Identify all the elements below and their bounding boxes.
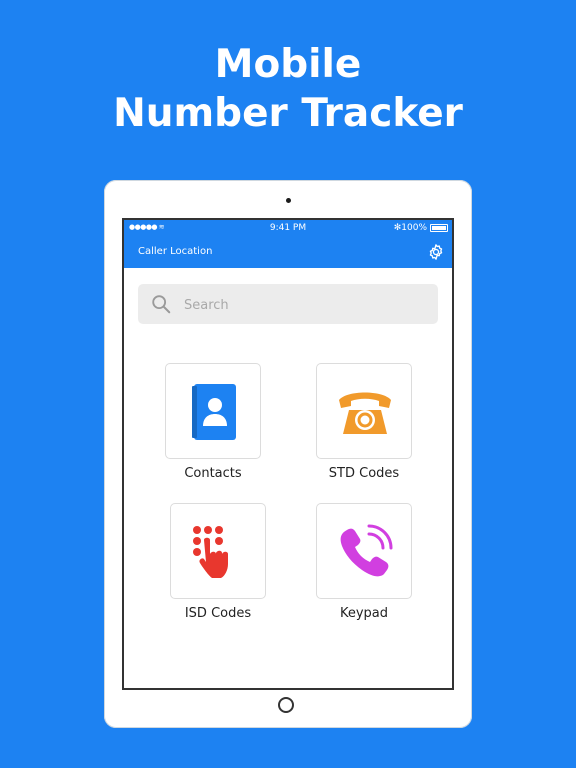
- app-title: Caller Location: [138, 246, 213, 257]
- home-button[interactable]: [278, 697, 294, 713]
- isd-codes-label: ISD Codes: [184, 606, 252, 621]
- phone-call-icon: [340, 524, 393, 577]
- gear-icon[interactable]: [427, 243, 445, 261]
- status-bar: ●●●●● ≋ 9:41 PM ✻100%: [124, 220, 452, 238]
- keypad-tile[interactable]: [316, 503, 412, 599]
- battery-icon: [430, 224, 448, 232]
- battery-percent: ✻100%: [393, 223, 427, 233]
- isd-codes-tile[interactable]: [170, 503, 266, 599]
- headline-line-1: Mobile: [214, 42, 362, 87]
- search-bar[interactable]: [138, 284, 438, 324]
- search-icon: [152, 295, 171, 314]
- app-screen: ●●●●● ≋ 9:41 PM ✻100% Caller Location Se…: [122, 218, 454, 690]
- headline-line-2: Number Tracker: [113, 91, 463, 136]
- telephone-icon: [339, 392, 391, 434]
- promo-headline: Mobile Number Tracker: [0, 40, 576, 138]
- tablet-frame: ●●●●● ≋ 9:41 PM ✻100% Caller Location Se…: [104, 180, 472, 728]
- battery-status: ✻100%: [394, 223, 448, 233]
- tablet-camera: [286, 198, 291, 203]
- keypad-hand-icon: [193, 526, 228, 578]
- app-bar: Caller Location: [124, 238, 452, 268]
- contacts-tile[interactable]: [165, 363, 261, 459]
- keypad-label: Keypad: [339, 606, 389, 621]
- contact-book-icon: [192, 384, 236, 440]
- std-codes-tile[interactable]: [316, 363, 412, 459]
- std-codes-label: STD Codes: [328, 466, 400, 481]
- contacts-label: Contacts: [184, 466, 242, 481]
- search-input[interactable]: [182, 293, 426, 317]
